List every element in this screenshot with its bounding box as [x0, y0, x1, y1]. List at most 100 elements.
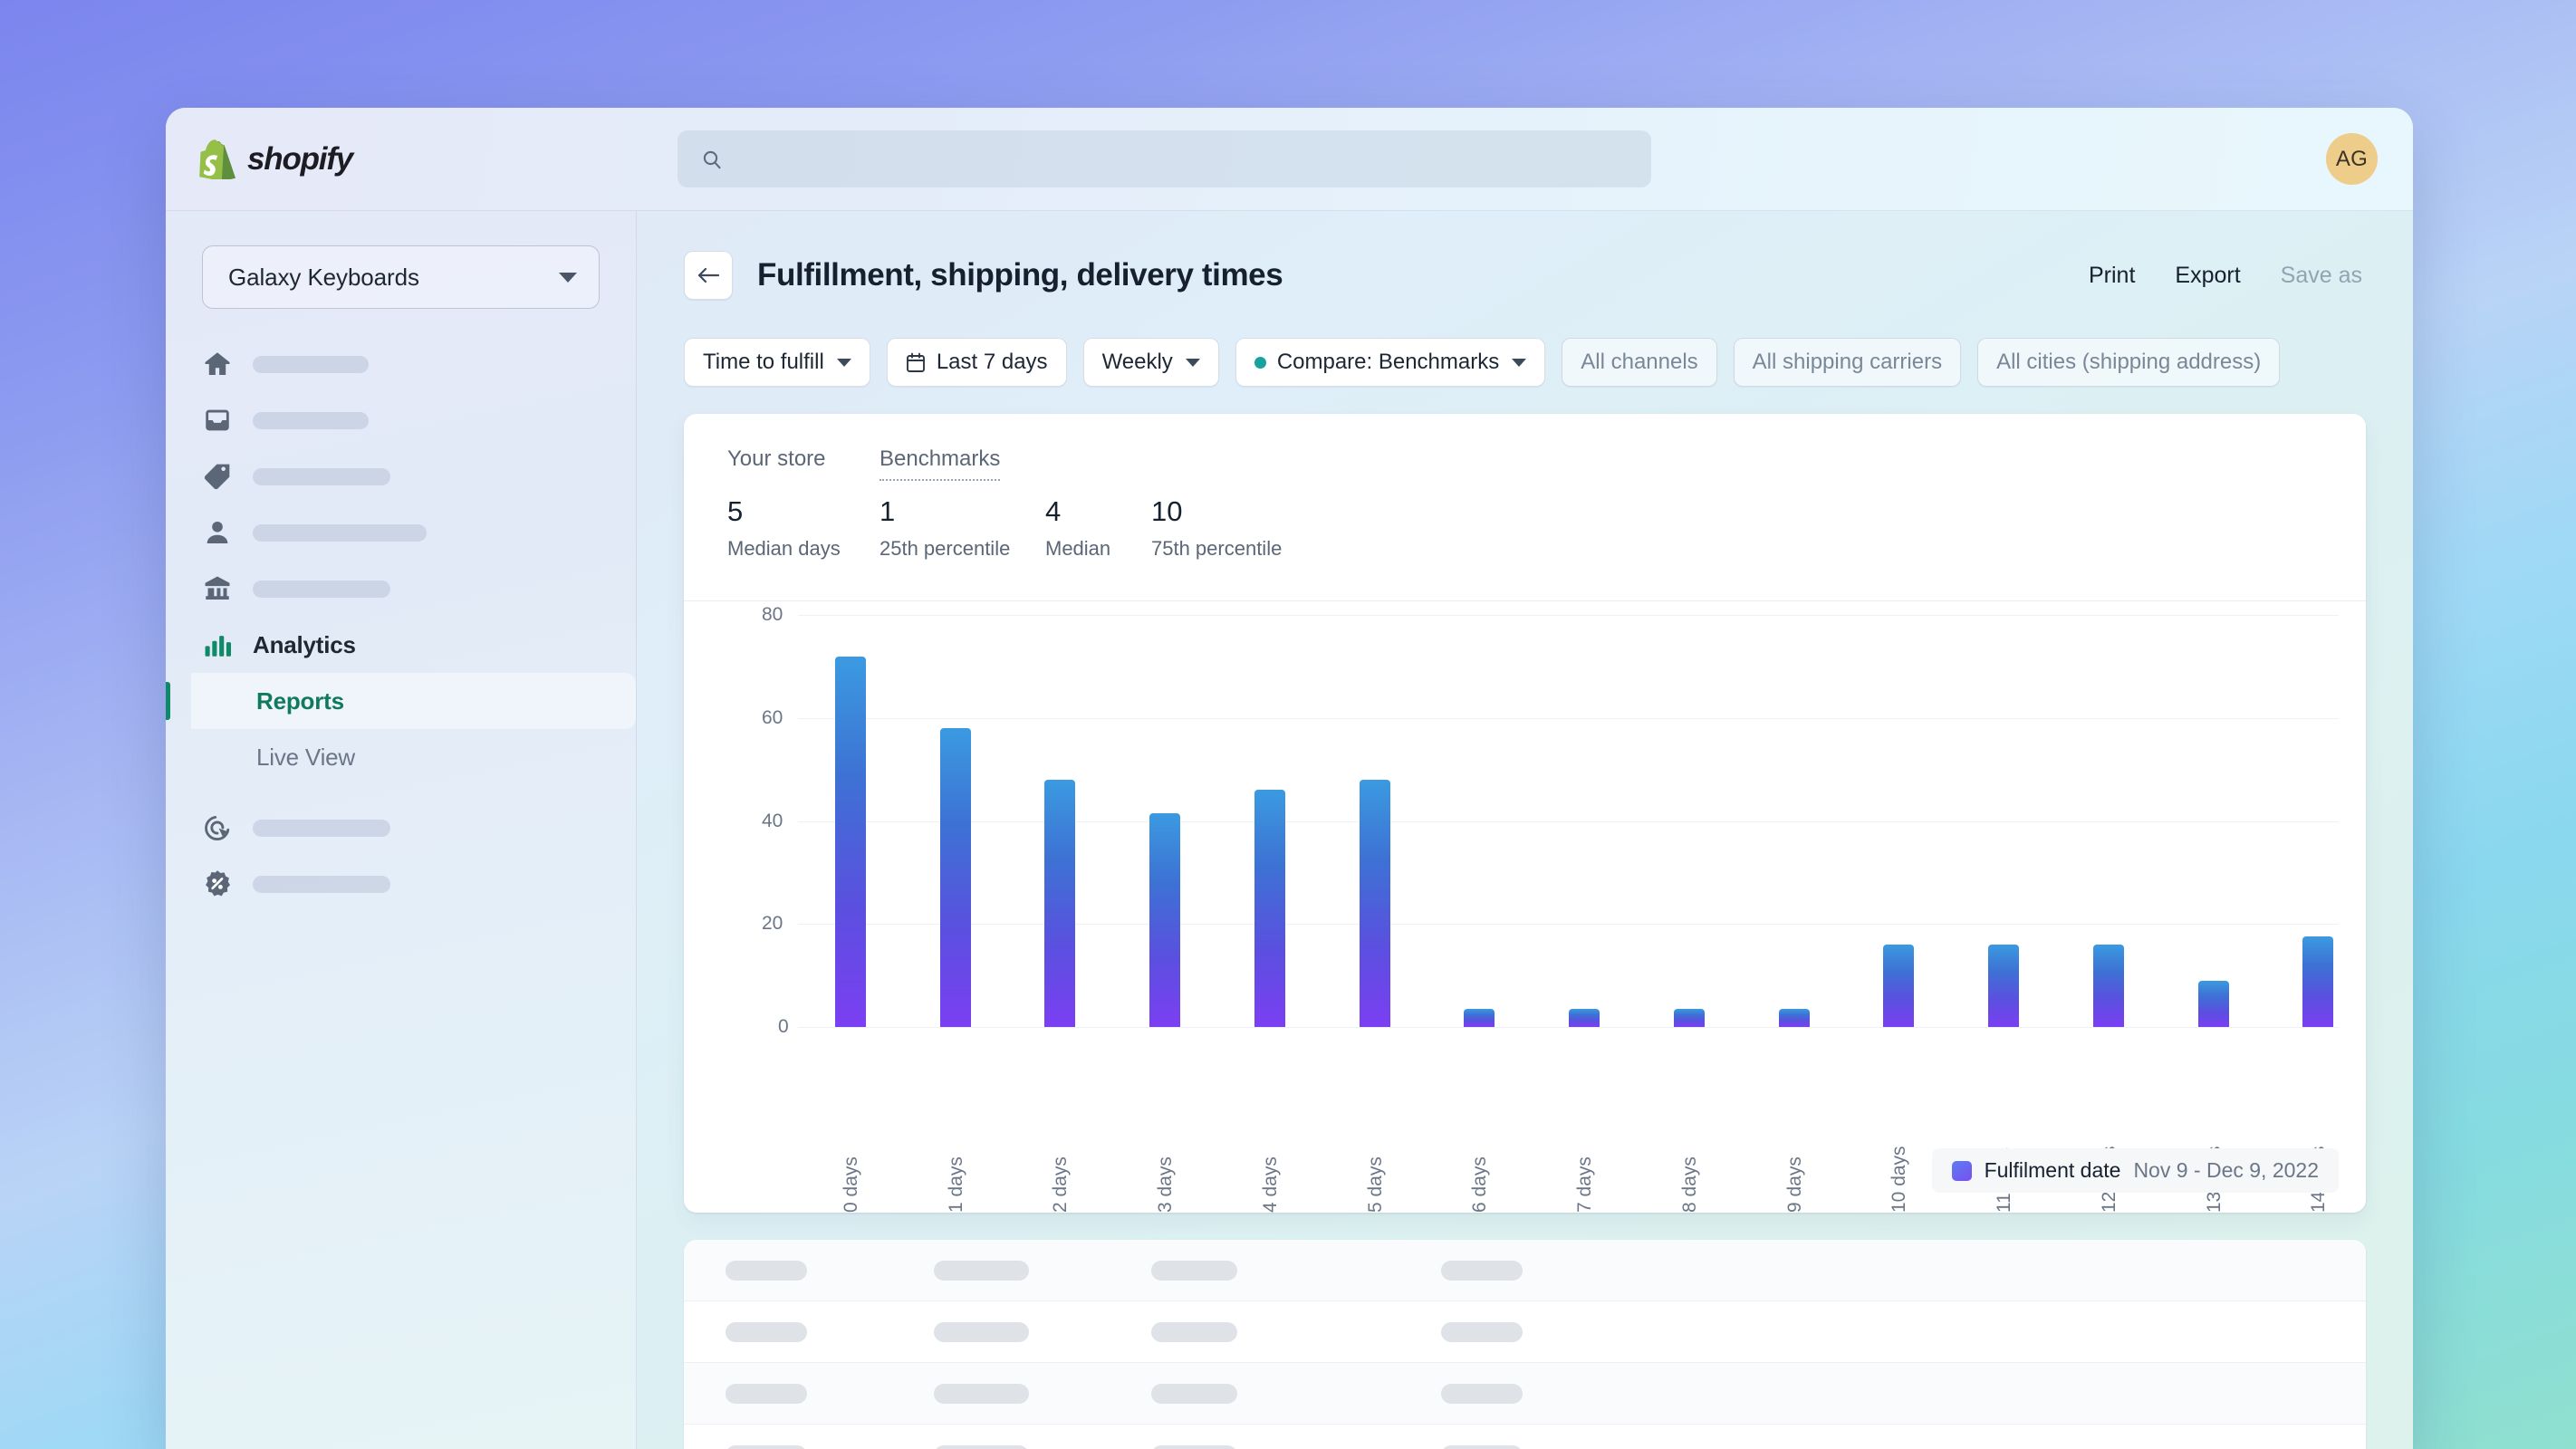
filter-shipping-carriers[interactable]: All shipping carriers [1733, 338, 1962, 387]
bar[interactable] [1569, 1009, 1600, 1027]
bar[interactable] [1359, 780, 1390, 1027]
search-icon [703, 150, 721, 168]
bar[interactable] [1254, 790, 1285, 1027]
x-axis-label: 4 days [1259, 1156, 1281, 1213]
bar-column[interactable] [1149, 812, 1181, 1027]
table-cell [1151, 1444, 1237, 1449]
table-cell [934, 1260, 1029, 1281]
bar[interactable] [1988, 945, 2020, 1027]
table-row[interactable] [684, 1240, 2366, 1301]
avatar[interactable]: AG [2326, 133, 2378, 185]
table-cell [726, 1260, 807, 1281]
metric-caption: Median [1045, 537, 1111, 560]
avatar-initials: AG [2335, 146, 2369, 171]
sidebar-item-products[interactable] [166, 448, 636, 504]
bar-column[interactable] [1464, 1009, 1495, 1027]
main-content: Fulfillment, shipping, delivery times Pr… [637, 211, 2413, 1449]
summary-heading-benchmarks[interactable]: Benchmarks [879, 446, 1001, 481]
table-row[interactable] [684, 1363, 2366, 1425]
bar[interactable] [1464, 1009, 1495, 1027]
analytics-bars-icon [205, 636, 232, 657]
sidebar-item-customers[interactable] [166, 504, 636, 561]
filter-cities[interactable]: All cities (shipping address) [1977, 338, 2281, 387]
bar[interactable] [939, 728, 971, 1027]
metric-caption: Median days [727, 537, 841, 560]
bar-column[interactable] [834, 656, 866, 1027]
bar[interactable] [2302, 936, 2334, 1027]
customer-icon [207, 521, 228, 544]
x-axis-label: 10 days [1889, 1146, 1910, 1213]
legend-title: Fulfilment date [1984, 1158, 2121, 1182]
bar[interactable] [834, 656, 866, 1027]
sidebar-item-label: Live View [256, 743, 356, 771]
bar-column[interactable] [2302, 936, 2334, 1027]
bar-column[interactable] [1569, 1009, 1600, 1027]
table-row[interactable] [684, 1301, 2366, 1363]
bar-chart-plot: 0 20 40 60 80 0 days 1 days 2 days 3 days 4 days… [684, 600, 2366, 1213]
table-cell [934, 1444, 1029, 1449]
table-cell [1151, 1321, 1237, 1342]
bar[interactable] [1883, 945, 1915, 1027]
bar[interactable] [2197, 980, 2229, 1027]
sidebar-item-marketing[interactable] [166, 800, 636, 856]
sidebar-item-finances[interactable] [166, 561, 636, 617]
bar[interactable] [1778, 1009, 1810, 1027]
export-button[interactable]: Export [2175, 263, 2240, 289]
chart-card: Your store Benchmarks 5 Median days 1 25… [684, 414, 2366, 1213]
sidebar-item-discounts[interactable] [166, 856, 636, 912]
bar-column[interactable] [1044, 780, 1076, 1027]
sidebar-item-home[interactable] [166, 336, 636, 392]
discount-percent-icon [206, 870, 231, 897]
sidebar-item-reports[interactable]: Reports [166, 673, 636, 729]
table-cell [1441, 1383, 1523, 1404]
sidebar-item-live-view[interactable]: Live View [166, 729, 636, 785]
filter-label: Last 7 days [936, 350, 1048, 374]
metric-value: 10 [1151, 495, 1183, 527]
bar-column[interactable] [939, 728, 971, 1027]
search-input[interactable] [735, 146, 1628, 172]
filter-channels[interactable]: All channels [1562, 338, 1717, 387]
table-row[interactable] [684, 1425, 2366, 1449]
bar-column[interactable] [2092, 945, 2124, 1027]
x-axis-label: 6 days [1469, 1156, 1491, 1213]
chart-legend[interactable]: Fulfilment date Nov 9 - Dec 9, 2022 [1931, 1148, 2339, 1193]
sidebar-item-orders[interactable] [166, 392, 636, 448]
home-icon [205, 352, 230, 376]
table-cell [1441, 1321, 1523, 1342]
bar[interactable] [1044, 780, 1076, 1027]
bar-column[interactable] [2197, 980, 2229, 1027]
print-button[interactable]: Print [2089, 263, 2135, 289]
bar-column[interactable] [1778, 1009, 1810, 1027]
chevron-down-icon [559, 272, 577, 283]
shopify-bag-icon [199, 139, 235, 179]
shopify-logo[interactable]: shopify [199, 139, 670, 179]
store-name: Galaxy Keyboards [228, 263, 419, 291]
bar-column[interactable] [1988, 945, 2020, 1027]
filter-time-to-fulfill[interactable]: Time to fulfill [684, 338, 870, 387]
table-cell [726, 1444, 807, 1449]
filter-date-range[interactable]: Last 7 days [886, 338, 1067, 387]
bar-column[interactable] [1883, 945, 1915, 1027]
summary-metrics: Your store Benchmarks 5 Median days 1 25… [684, 414, 2366, 561]
sidebar-item-label [253, 467, 390, 485]
back-button[interactable] [684, 251, 733, 300]
filter-bar: Time to fulfill Last 7 days Weekly Compa… [684, 338, 2366, 387]
bar[interactable] [1673, 1009, 1705, 1027]
save-as-button[interactable]: Save as [2281, 263, 2362, 289]
bar-column[interactable] [1359, 780, 1390, 1027]
sidebar-nav: Analytics Reports Live View [166, 336, 636, 912]
bar-column[interactable] [1254, 790, 1285, 1027]
bar[interactable] [1149, 812, 1181, 1027]
bar-column[interactable] [1673, 1009, 1705, 1027]
bar[interactable] [2092, 945, 2124, 1027]
table-cell [934, 1383, 1029, 1404]
filter-compare[interactable]: Compare: Benchmarks [1235, 338, 1546, 387]
x-axis-label: 8 days [1678, 1156, 1700, 1213]
legend-range: Nov 9 - Dec 9, 2022 [2133, 1158, 2319, 1182]
table-cell [934, 1321, 1029, 1342]
sidebar-item-analytics[interactable]: Analytics [166, 617, 636, 673]
y-axis-label: 0 [778, 1016, 789, 1037]
store-switcher[interactable]: Galaxy Keyboards [202, 245, 600, 309]
global-search[interactable] [678, 130, 1651, 187]
filter-granularity[interactable]: Weekly [1082, 338, 1219, 387]
